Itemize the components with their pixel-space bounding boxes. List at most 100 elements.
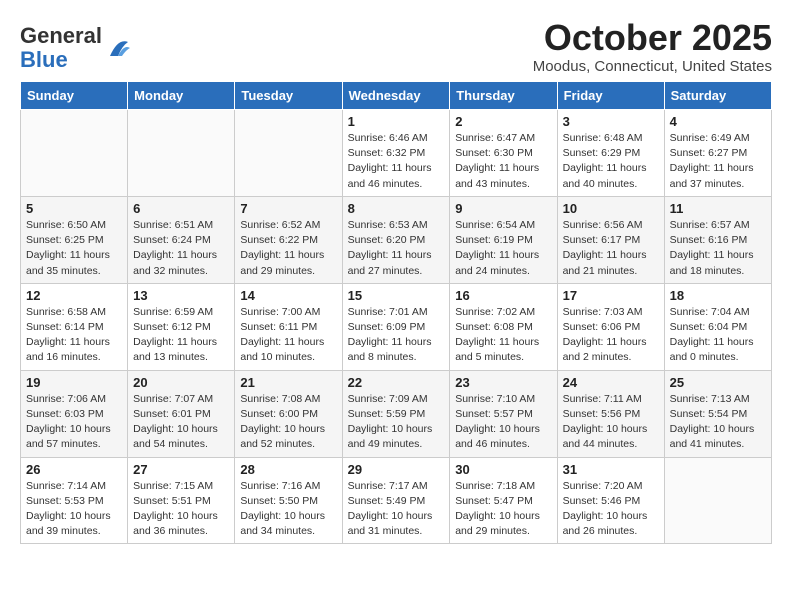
day-info: Sunrise: 6:48 AMSunset: 6:29 PMDaylight:… [563, 131, 659, 192]
col-sunday: Sunday [21, 82, 128, 110]
day-info: Sunrise: 6:53 AMSunset: 6:20 PMDaylight:… [348, 218, 445, 279]
col-monday: Monday [128, 82, 235, 110]
calendar-cell: 19Sunrise: 7:06 AMSunset: 6:03 PMDayligh… [21, 370, 128, 457]
day-number: 2 [455, 114, 551, 129]
day-number: 5 [26, 201, 122, 216]
day-number: 19 [26, 375, 122, 390]
calendar-cell: 21Sunrise: 7:08 AMSunset: 6:00 PMDayligh… [235, 370, 342, 457]
day-info: Sunrise: 7:01 AMSunset: 6:09 PMDaylight:… [348, 305, 445, 366]
day-info: Sunrise: 6:51 AMSunset: 6:24 PMDaylight:… [133, 218, 229, 279]
day-number: 27 [133, 462, 229, 477]
day-number: 23 [455, 375, 551, 390]
calendar-week-1: 1 Sunrise: 6:46 AMSunset: 6:32 PMDaylight… [21, 110, 772, 197]
day-info: Sunrise: 6:47 AMSunset: 6:30 PMDaylight:… [455, 131, 551, 192]
day-info: Sunrise: 7:15 AMSunset: 5:51 PMDaylight:… [133, 479, 229, 540]
calendar-body: 1 Sunrise: 6:46 AMSunset: 6:32 PMDaylight… [21, 110, 772, 544]
day-info: Sunrise: 7:13 AMSunset: 5:54 PMDaylight:… [670, 392, 766, 453]
calendar-header: Sunday Monday Tuesday Wednesday Thursday… [21, 82, 772, 110]
col-tuesday: Tuesday [235, 82, 342, 110]
day-number: 26 [26, 462, 122, 477]
calendar-cell: 20 Sunrise: 7:07 AMSunset: 6:01 PMDayligh… [128, 370, 235, 457]
calendar-cell: 10 Sunrise: 6:56 AMSunset: 6:17 PMDayligh… [557, 196, 664, 283]
day-info: Sunrise: 7:03 AMSunset: 6:06 PMDaylight:… [563, 305, 659, 366]
calendar-cell: 26 Sunrise: 7:14 AMSunset: 5:53 PMDayligh… [21, 457, 128, 544]
day-number: 28 [240, 462, 336, 477]
calendar-week-3: 12Sunrise: 6:58 AMSunset: 6:14 PMDayligh… [21, 283, 772, 370]
calendar-cell: 5 Sunrise: 6:50 AMSunset: 6:25 PMDaylight… [21, 196, 128, 283]
calendar-cell: 27 Sunrise: 7:15 AMSunset: 5:51 PMDayligh… [128, 457, 235, 544]
calendar-cell: 2 Sunrise: 6:47 AMSunset: 6:30 PMDaylight… [450, 110, 557, 197]
calendar-cell: 28 Sunrise: 7:16 AMSunset: 5:50 PMDayligh… [235, 457, 342, 544]
title-block: October 2025 Moodus, Connecticut, United… [533, 20, 772, 75]
day-info: Sunrise: 6:54 AMSunset: 6:19 PMDaylight:… [455, 218, 551, 279]
day-info: Sunrise: 7:16 AMSunset: 5:50 PMDaylight:… [240, 479, 336, 540]
day-number: 16 [455, 288, 551, 303]
day-number: 13 [133, 288, 229, 303]
calendar-cell: 12Sunrise: 6:58 AMSunset: 6:14 PMDayligh… [21, 283, 128, 370]
day-info: Sunrise: 7:02 AMSunset: 6:08 PMDaylight:… [455, 305, 551, 366]
day-number: 29 [348, 462, 445, 477]
day-info: Sunrise: 6:50 AMSunset: 6:25 PMDaylight:… [26, 218, 122, 279]
day-number: 24 [563, 375, 659, 390]
day-number: 25 [670, 375, 766, 390]
calendar-cell: 7 Sunrise: 6:52 AMSunset: 6:22 PMDaylight… [235, 196, 342, 283]
calendar-cell: 25 Sunrise: 7:13 AMSunset: 5:54 PMDayligh… [664, 370, 771, 457]
col-thursday: Thursday [450, 82, 557, 110]
day-number: 12 [26, 288, 122, 303]
calendar-cell: 3 Sunrise: 6:48 AMSunset: 6:29 PMDaylight… [557, 110, 664, 197]
day-number: 10 [563, 201, 659, 216]
day-number: 15 [348, 288, 445, 303]
calendar-cell: 8 Sunrise: 6:53 AMSunset: 6:20 PMDaylight… [342, 196, 450, 283]
day-info: Sunrise: 7:10 AMSunset: 5:57 PMDaylight:… [455, 392, 551, 453]
col-wednesday: Wednesday [342, 82, 450, 110]
page-container: General Blue October 2025 Moodus, Connec… [0, 0, 792, 554]
calendar-cell: 16 Sunrise: 7:02 AMSunset: 6:08 PMDayligh… [450, 283, 557, 370]
calendar-cell: 18 Sunrise: 7:04 AMSunset: 6:04 PMDayligh… [664, 283, 771, 370]
day-info: Sunrise: 7:08 AMSunset: 6:00 PMDaylight:… [240, 392, 336, 453]
col-saturday: Saturday [664, 82, 771, 110]
day-info: Sunrise: 6:46 AMSunset: 6:32 PMDaylight:… [348, 131, 445, 192]
day-info: Sunrise: 6:56 AMSunset: 6:17 PMDaylight:… [563, 218, 659, 279]
day-info: Sunrise: 6:52 AMSunset: 6:22 PMDaylight:… [240, 218, 336, 279]
day-number: 1 [348, 114, 445, 129]
day-number: 11 [670, 201, 766, 216]
calendar-cell: 31Sunrise: 7:20 AMSunset: 5:46 PMDayligh… [557, 457, 664, 544]
day-info: Sunrise: 7:00 AMSunset: 6:11 PMDaylight:… [240, 305, 336, 366]
day-number: 6 [133, 201, 229, 216]
logo-general: General [20, 23, 102, 48]
day-number: 14 [240, 288, 336, 303]
calendar-cell [128, 110, 235, 197]
logo-blue: Blue [20, 47, 68, 72]
calendar-cell: 11 Sunrise: 6:57 AMSunset: 6:16 PMDayligh… [664, 196, 771, 283]
calendar-cell: 15 Sunrise: 7:01 AMSunset: 6:09 PMDayligh… [342, 283, 450, 370]
col-friday: Friday [557, 82, 664, 110]
calendar-cell: 9 Sunrise: 6:54 AMSunset: 6:19 PMDaylight… [450, 196, 557, 283]
calendar-cell: 29 Sunrise: 7:17 AMSunset: 5:49 PMDayligh… [342, 457, 450, 544]
day-number: 7 [240, 201, 336, 216]
day-number: 20 [133, 375, 229, 390]
logo: General Blue [20, 24, 132, 72]
calendar-cell: 17Sunrise: 7:03 AMSunset: 6:06 PMDayligh… [557, 283, 664, 370]
header-row: Sunday Monday Tuesday Wednesday Thursday… [21, 82, 772, 110]
day-info: Sunrise: 6:57 AMSunset: 6:16 PMDaylight:… [670, 218, 766, 279]
day-number: 3 [563, 114, 659, 129]
day-info: Sunrise: 7:04 AMSunset: 6:04 PMDaylight:… [670, 305, 766, 366]
day-number: 8 [348, 201, 445, 216]
day-number: 9 [455, 201, 551, 216]
day-number: 22 [348, 375, 445, 390]
location: Moodus, Connecticut, United States [533, 58, 772, 75]
day-info: Sunrise: 7:14 AMSunset: 5:53 PMDaylight:… [26, 479, 122, 540]
day-info: Sunrise: 7:17 AMSunset: 5:49 PMDaylight:… [348, 479, 445, 540]
calendar-cell [664, 457, 771, 544]
calendar-cell: 14 Sunrise: 7:00 AMSunset: 6:11 PMDayligh… [235, 283, 342, 370]
calendar-cell [21, 110, 128, 197]
day-number: 31 [563, 462, 659, 477]
day-info: Sunrise: 7:11 AMSunset: 5:56 PMDaylight:… [563, 392, 659, 453]
day-info: Sunrise: 6:59 AMSunset: 6:12 PMDaylight:… [133, 305, 229, 366]
day-info: Sunrise: 7:07 AMSunset: 6:01 PMDaylight:… [133, 392, 229, 453]
day-number: 4 [670, 114, 766, 129]
day-number: 18 [670, 288, 766, 303]
calendar-cell: 4Sunrise: 6:49 AMSunset: 6:27 PMDaylight… [664, 110, 771, 197]
calendar-week-4: 19Sunrise: 7:06 AMSunset: 6:03 PMDayligh… [21, 370, 772, 457]
calendar-cell: 6 Sunrise: 6:51 AMSunset: 6:24 PMDaylight… [128, 196, 235, 283]
